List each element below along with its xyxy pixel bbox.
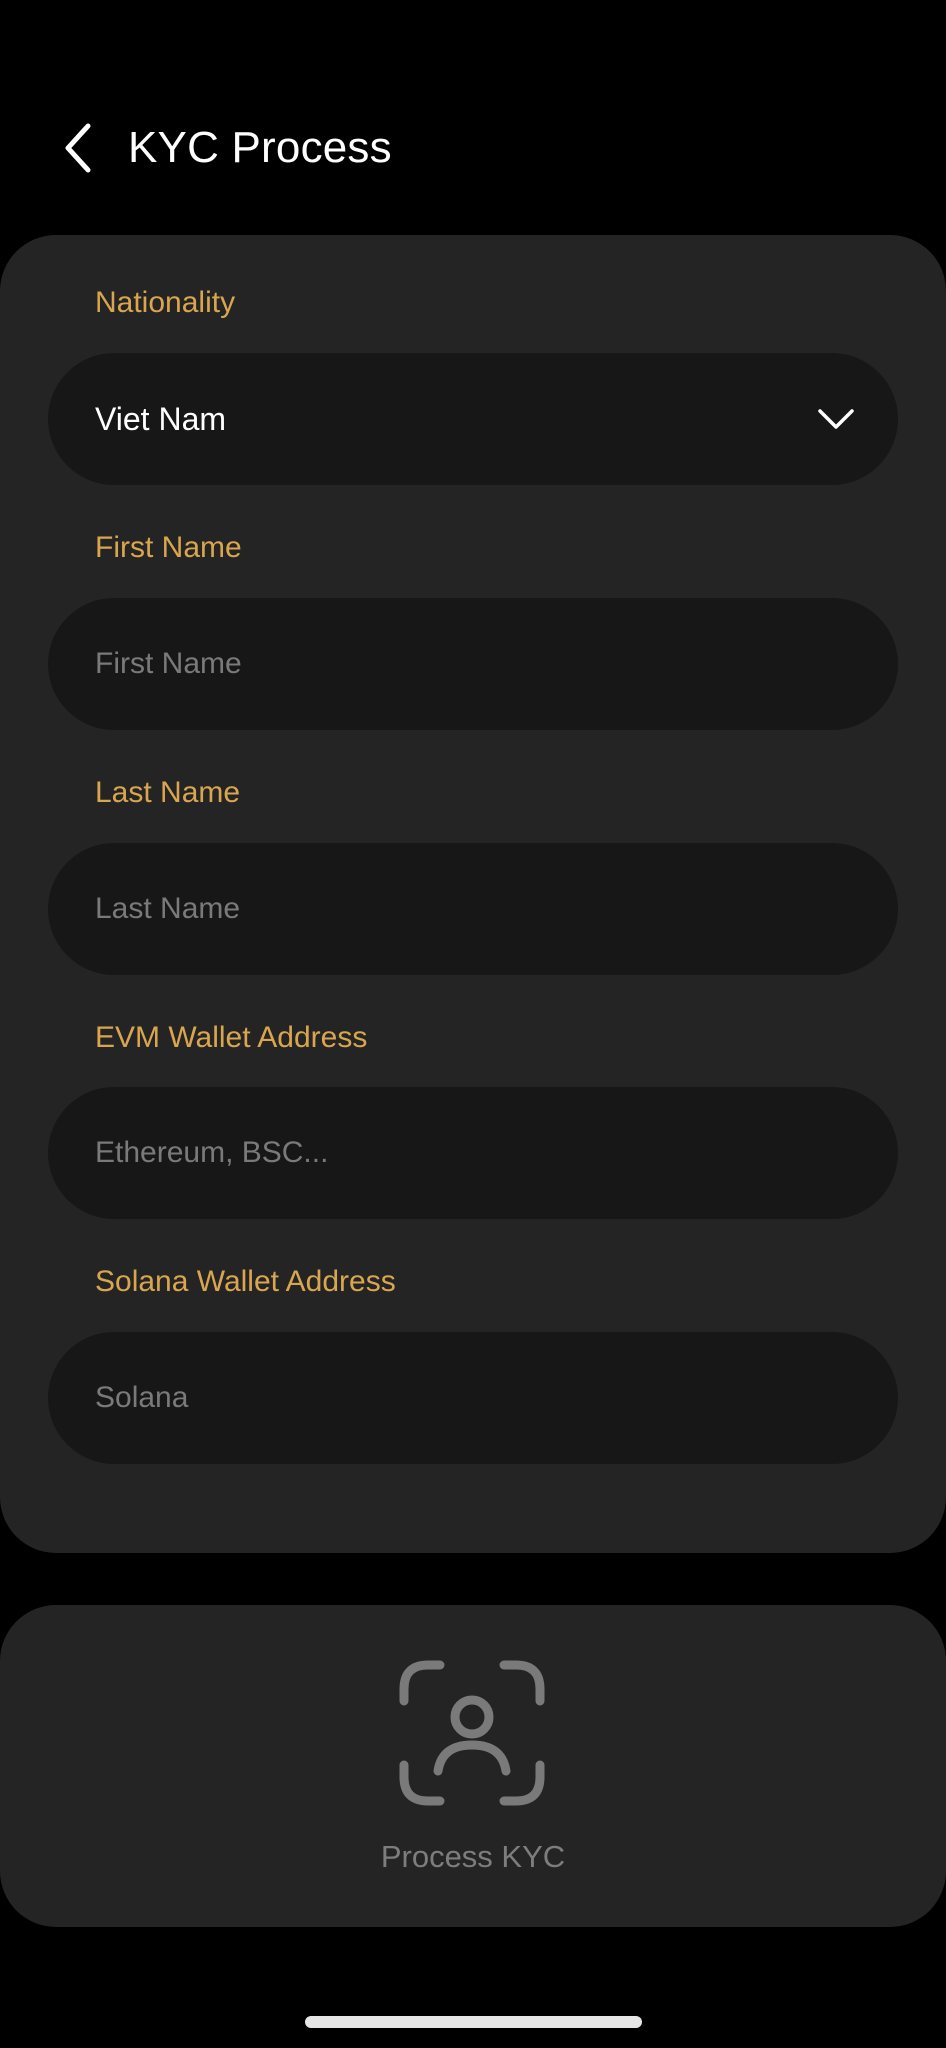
last-name-label: Last Name [95, 776, 241, 809]
page-title: KYC Process [128, 123, 392, 172]
home-indicator[interactable] [305, 2016, 642, 2028]
first-name-label: First Name [95, 531, 242, 564]
solana-wallet-field-container [48, 1332, 898, 1464]
process-kyc-label: Process KYC [380, 1839, 566, 1874]
evm-wallet-input[interactable] [95, 1087, 855, 1219]
solana-wallet-label: Solana Wallet Address [95, 1265, 396, 1298]
evm-wallet-field-container [48, 1087, 898, 1219]
first-name-input[interactable] [95, 598, 855, 730]
face-scan-icon [399, 1660, 545, 1806]
first-name-field-container [48, 598, 898, 730]
process-kyc-button[interactable]: Process KYC [0, 1605, 946, 1927]
chevron-down-icon [818, 409, 854, 429]
header-bar: KYC Process [0, 100, 946, 196]
chevron-left-icon [65, 123, 91, 173]
back-button[interactable] [50, 120, 106, 176]
evm-wallet-label: EVM Wallet Address [95, 1021, 368, 1054]
last-name-input[interactable] [95, 843, 855, 975]
nationality-select[interactable]: Viet Nam [48, 353, 898, 485]
nationality-selected-value: Viet Nam [95, 401, 227, 437]
nationality-label: Nationality [95, 286, 236, 319]
last-name-field-container [48, 843, 898, 975]
solana-wallet-input[interactable] [95, 1332, 855, 1464]
kyc-form-card: Nationality Viet Nam First Name Last Nam… [0, 235, 946, 1553]
